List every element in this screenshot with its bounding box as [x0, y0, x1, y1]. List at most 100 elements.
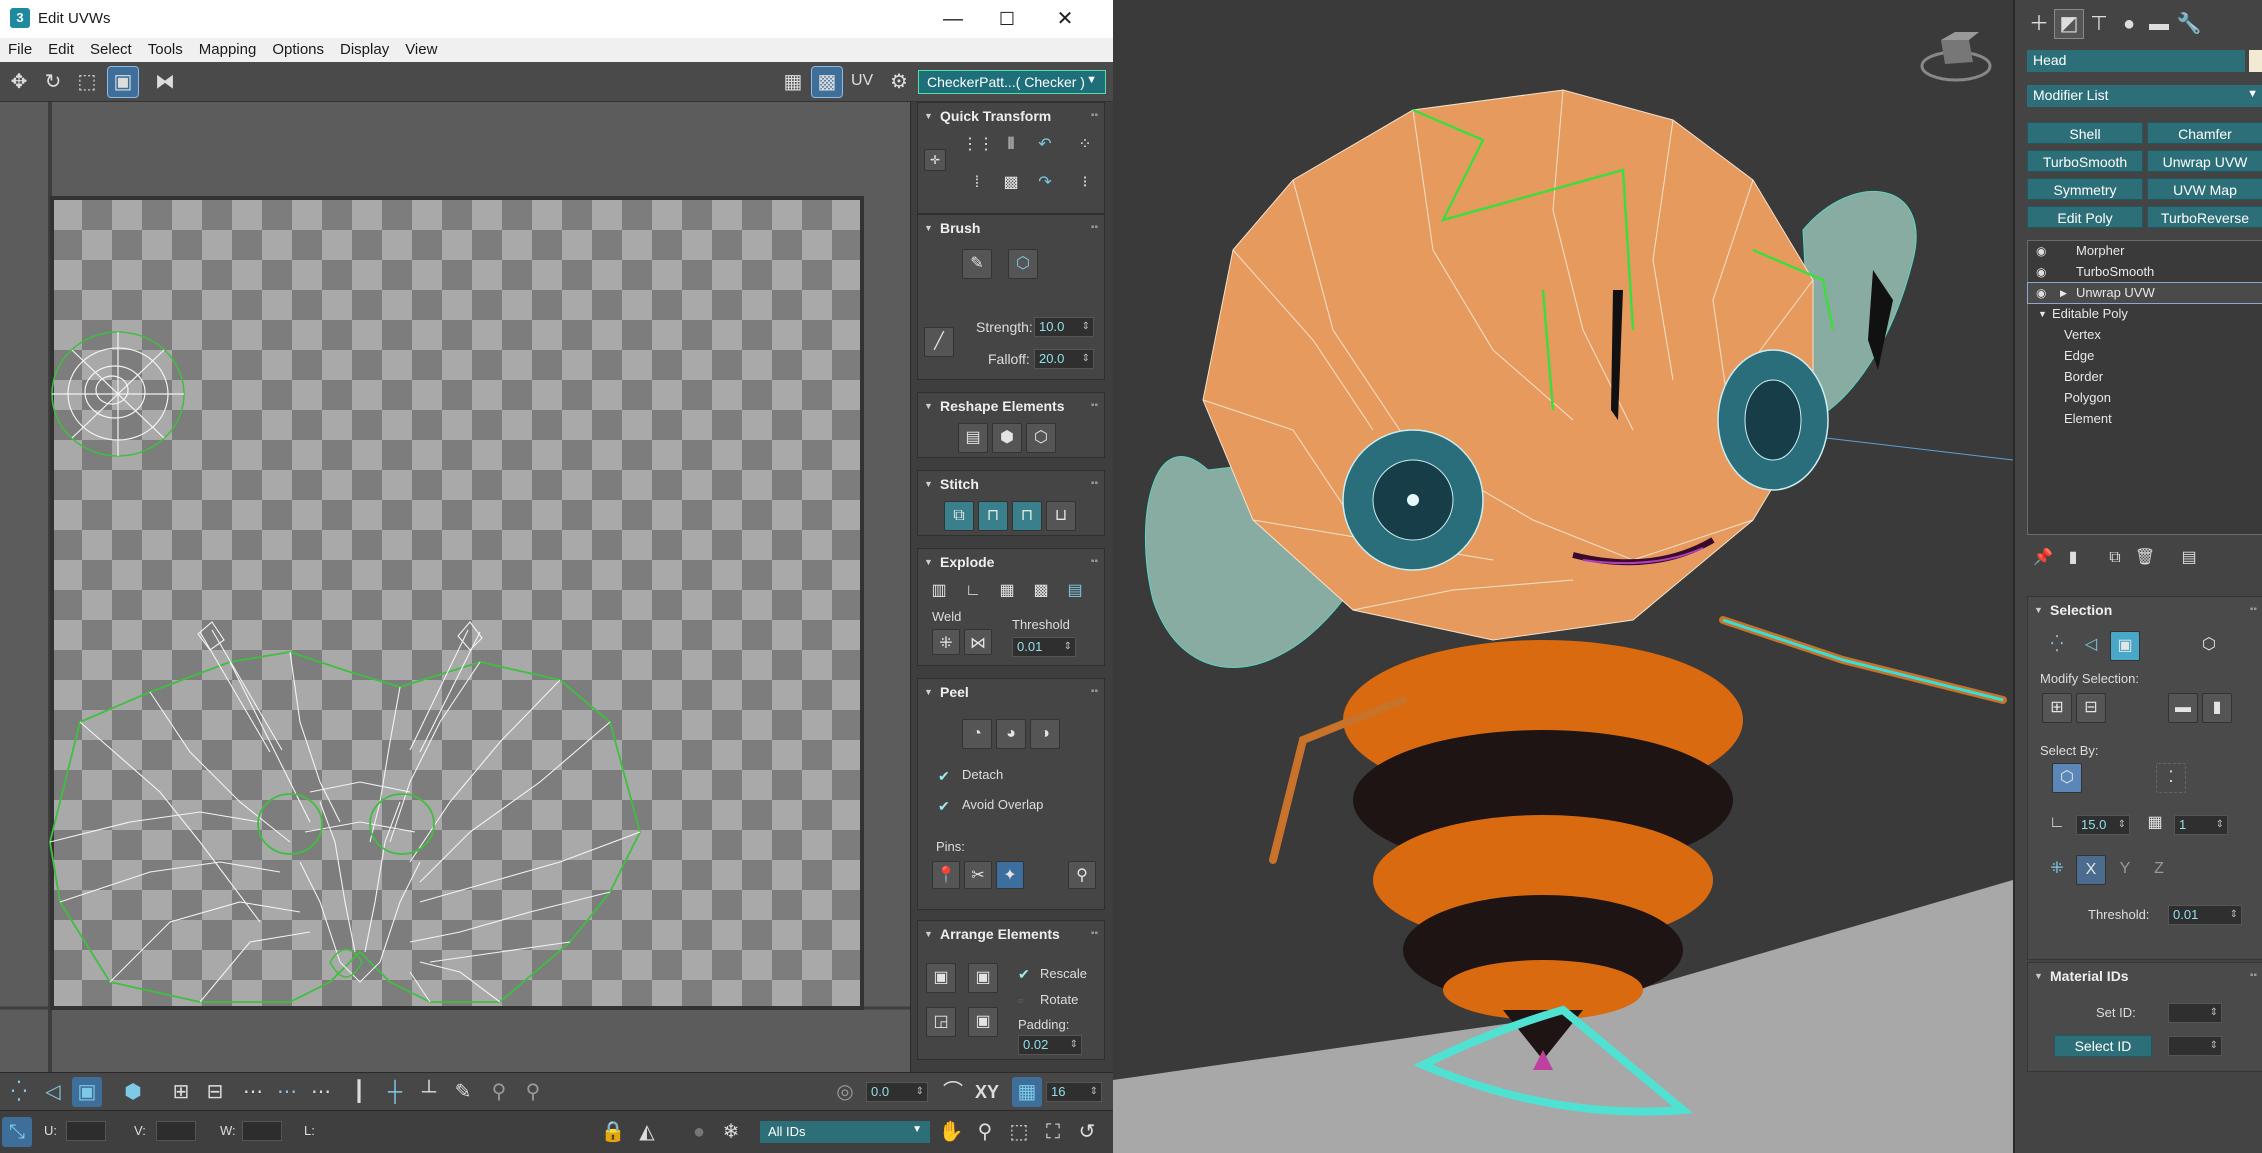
- loop-grow-icon[interactable]: ⋯: [272, 1077, 302, 1107]
- stack-sub-polygon[interactable]: Polygon: [2028, 388, 2262, 408]
- polygon-mode-icon[interactable]: ▣: [72, 1077, 102, 1107]
- break-icon[interactable]: ▥: [924, 577, 954, 607]
- checker-toggle-icon[interactable]: ▩: [811, 66, 843, 98]
- rotate-cw-icon[interactable]: ↷: [1030, 169, 1060, 199]
- turbosmooth-button[interactable]: TurboSmooth: [2027, 150, 2143, 172]
- xy-axis-label[interactable]: XY: [972, 1077, 1002, 1107]
- scale-icon[interactable]: ⬚: [72, 67, 102, 97]
- quick-transform-header[interactable]: Quick Transform▪▪: [918, 103, 1104, 129]
- perspective-viewport[interactable]: [1113, 0, 2013, 1153]
- space-vertical-icon[interactable]: ⁝: [1070, 169, 1100, 199]
- grid-toggle-icon[interactable]: ▦: [778, 67, 808, 97]
- absolute-mode-icon[interactable]: ⤡: [2, 1117, 32, 1147]
- menu-view[interactable]: View: [397, 38, 445, 58]
- display-tab-icon[interactable]: ▬: [2145, 10, 2173, 38]
- paint-move-icon[interactable]: ✎: [962, 249, 992, 279]
- menu-edit[interactable]: Edit: [40, 38, 82, 58]
- ring-icon[interactable]: ┃: [344, 1077, 374, 1107]
- loop-icon[interactable]: ⋯: [238, 1077, 268, 1107]
- hide-icon[interactable]: ◭: [632, 1117, 662, 1147]
- modify-tab-icon[interactable]: ◩: [2054, 9, 2084, 39]
- pin-selected-icon[interactable]: 📍: [932, 861, 960, 889]
- stack-item-unwrap-uvw[interactable]: ◉ ▶ Unwrap UVW: [2027, 282, 2262, 304]
- eye-icon[interactable]: ◉: [2036, 241, 2046, 261]
- menu-mapping[interactable]: Mapping: [191, 38, 265, 58]
- hierarchy-tab-icon[interactable]: ⊤: [2085, 10, 2113, 38]
- relax-settings-icon[interactable]: ⬡: [1026, 423, 1056, 453]
- explode-groups-icon[interactable]: ▦: [992, 577, 1022, 607]
- ring-select-icon[interactable]: ▮: [2202, 693, 2232, 723]
- align-horizontal-icon[interactable]: ⋮⋮: [962, 131, 994, 161]
- close-button[interactable]: ✕: [1042, 4, 1088, 34]
- menu-file[interactable]: File: [0, 38, 40, 58]
- fit-icon[interactable]: ↺: [1072, 1117, 1102, 1147]
- zoom-icon[interactable]: ⚲: [970, 1117, 1000, 1147]
- collapse-arrow-icon[interactable]: ▼: [2038, 304, 2047, 324]
- stitch-custom-icon[interactable]: ⧉: [944, 501, 974, 531]
- select-by-id-icon[interactable]: ⁚: [2156, 763, 2186, 793]
- paint-grow-icon[interactable]: ⚲: [484, 1077, 514, 1107]
- w-field[interactable]: [242, 1121, 282, 1141]
- rotate-icon[interactable]: ↻: [38, 67, 68, 97]
- ring-shrink-icon[interactable]: ┴: [414, 1077, 444, 1107]
- peel-mode-icon[interactable]: ◕: [996, 719, 1026, 749]
- auto-pin-icon[interactable]: ✦: [996, 861, 1024, 889]
- material-ids-header[interactable]: Material IDs▪▪: [2028, 963, 2262, 989]
- relax-brush-icon[interactable]: ⬡: [1008, 249, 1038, 279]
- shell-button[interactable]: Shell: [2027, 122, 2143, 144]
- stack-item-morpher[interactable]: ◉ Morpher: [2028, 241, 2262, 261]
- zoom-extents-icon[interactable]: ⛶: [1038, 1117, 1068, 1147]
- z-axis-icon[interactable]: Z: [2144, 855, 2174, 885]
- stitch-header[interactable]: Stitch▪▪: [918, 471, 1104, 497]
- weld-threshold-spinner[interactable]: 0.01: [1012, 637, 1076, 657]
- menu-tools[interactable]: Tools: [140, 38, 191, 58]
- motion-tab-icon[interactable]: ●: [2115, 10, 2143, 38]
- rescale-checkbox[interactable]: ✔: [1018, 967, 1032, 981]
- configure-sets-icon[interactable]: ▤: [2175, 544, 2203, 572]
- stack-sub-border[interactable]: Border: [2028, 367, 2262, 387]
- steps-spinner[interactable]: 1: [2174, 815, 2228, 835]
- planar-angle-spinner[interactable]: 15.0: [2076, 815, 2130, 835]
- show-end-result-icon[interactable]: ▮: [2059, 544, 2087, 572]
- paint-shrink-icon[interactable]: ⚲: [518, 1077, 548, 1107]
- select-steps-icon[interactable]: ▦: [2140, 809, 2170, 839]
- selection-header[interactable]: Selection▪▪: [2028, 597, 2262, 623]
- x-axis-icon[interactable]: X: [2076, 855, 2106, 885]
- freeze-icon[interactable]: ❄: [716, 1117, 746, 1147]
- edge-select-icon[interactable]: ◁: [2076, 631, 2106, 661]
- menu-display[interactable]: Display: [332, 38, 397, 58]
- y-axis-icon[interactable]: Y: [2110, 855, 2140, 885]
- menu-select[interactable]: Select: [82, 38, 140, 58]
- align-vertical-icon[interactable]: ⦀: [996, 131, 1026, 161]
- align-cross-icon[interactable]: ⁞: [962, 169, 992, 199]
- reset-peel-icon[interactable]: ◑: [1030, 719, 1060, 749]
- symmetry-button[interactable]: Symmetry: [2027, 178, 2143, 200]
- utilities-tab-icon[interactable]: 🔧: [2175, 10, 2203, 38]
- selection-threshold-spinner[interactable]: 0.01: [2168, 905, 2242, 925]
- lock-icon[interactable]: 🔒: [598, 1117, 628, 1147]
- straighten-icon[interactable]: ▩: [996, 169, 1026, 199]
- eye-icon[interactable]: ◉: [2036, 283, 2046, 303]
- detach-checkbox[interactable]: ✔: [938, 769, 952, 783]
- element-mode-icon[interactable]: ⬢: [118, 1077, 148, 1107]
- v-field[interactable]: [156, 1121, 196, 1141]
- pack-custom-icon[interactable]: ▣: [968, 963, 998, 993]
- ring-grow-icon[interactable]: ┼: [380, 1077, 410, 1107]
- zoom-region-icon[interactable]: ⬚: [1004, 1117, 1034, 1147]
- angle-spinner[interactable]: 0.0: [866, 1082, 928, 1102]
- remove-modifier-icon[interactable]: 🗑: [2131, 544, 2159, 572]
- maximize-button[interactable]: ☐: [984, 4, 1030, 34]
- minimize-button[interactable]: —: [930, 4, 976, 34]
- curve-icon[interactable]: ⌒: [938, 1077, 968, 1107]
- uvw-titlebar[interactable]: 3 Edit UVWs — ☐ ✕: [0, 0, 1113, 38]
- arrange-header[interactable]: Arrange Elements▪▪: [918, 921, 1104, 947]
- select-by-element-icon[interactable]: ⬡: [2052, 763, 2082, 793]
- set-id-spinner[interactable]: [2168, 1003, 2222, 1023]
- select-element-icon[interactable]: ⬡: [2194, 631, 2224, 661]
- stitch-to-target-icon[interactable]: ⊔: [1046, 501, 1076, 531]
- brush-header[interactable]: Brush▪▪: [918, 215, 1104, 241]
- stack-sub-vertex[interactable]: Vertex: [2028, 325, 2262, 345]
- mirror-select-icon[interactable]: ⁜: [2042, 855, 2072, 885]
- weld-selected-icon[interactable]: ⁜: [932, 629, 960, 655]
- explode-ids-icon[interactable]: ▤: [1060, 577, 1090, 607]
